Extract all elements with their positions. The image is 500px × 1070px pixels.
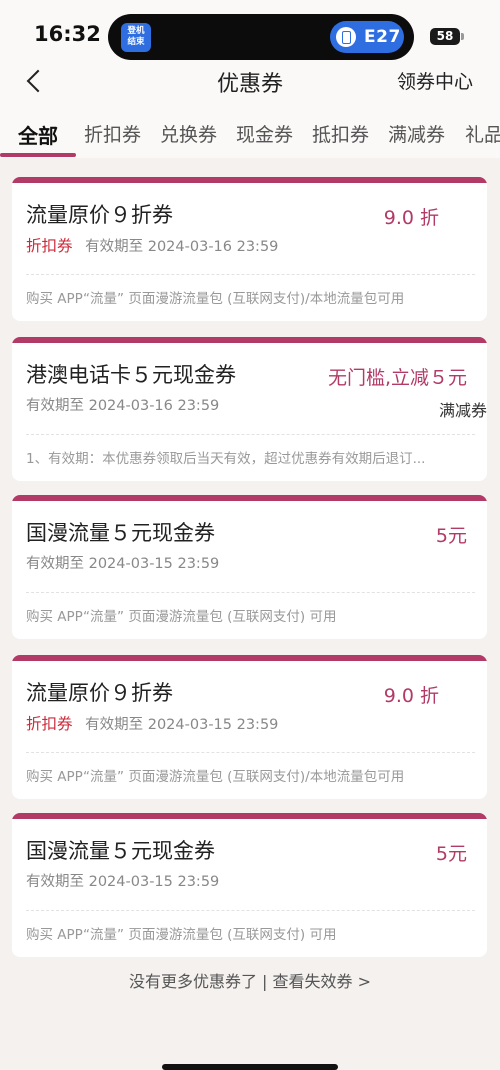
coupon-description: 购买 APP“流量” 页面漫游流量包 (互联网支付) 可用	[26, 927, 337, 943]
tab-deduction[interactable]: 抵扣券	[312, 120, 369, 147]
card-accent-bar	[12, 337, 487, 343]
coupon-card[interactable]: 国漫流量５元现金券 5元 有效期至 2024-03-15 23:59 购买 AP…	[12, 495, 487, 639]
coupon-name: 流量原价９折券	[26, 203, 173, 227]
coupon-card[interactable]: 流量原价９折券 9.0 折 折扣券 有效期至 2024-03-15 23:59 …	[12, 655, 487, 799]
coupon-meta: 有效期至 2024-03-15 23:59	[26, 870, 219, 891]
tab-full-reduction[interactable]: 满减券	[388, 120, 445, 147]
coupon-name: 国漫流量５元现金券	[26, 839, 215, 863]
coupon-meta: 有效期至 2024-03-15 23:59	[26, 552, 219, 573]
coupon-validity: 有效期至 2024-03-16 23:59	[26, 398, 220, 414]
boarding-badge: 登机 结束	[121, 23, 151, 52]
coupon-amount: 9.0 折	[383, 207, 439, 229]
coupon-amount: 9.0 折	[383, 685, 439, 707]
coupon-description: 1、有效期：本优惠券领取后当天有效，超过优惠券有效期后退订...	[26, 451, 426, 467]
tab-gift[interactable]: 礼品	[465, 120, 500, 147]
coupon-name: 流量原价９折券	[26, 681, 173, 705]
coupon-card[interactable]: 国漫流量５元现金券 5元 有效期至 2024-03-15 23:59 购买 AP…	[12, 813, 487, 957]
card-divider	[26, 910, 475, 911]
coupon-description: 购买 APP“流量” 页面漫游流量包 (互联网支付) 可用	[26, 609, 337, 625]
tab-all[interactable]: 全部	[18, 120, 58, 149]
door-icon	[336, 27, 356, 47]
coupon-validity: 有效期至 2024-03-15 23:59	[26, 874, 220, 890]
tab-cash[interactable]: 现金券	[236, 120, 293, 147]
status-bar: 16:32 登机 结束 E27 58	[0, 0, 500, 62]
coupon-name: 港澳电话卡５元现金券	[26, 363, 236, 387]
card-accent-bar	[12, 495, 487, 501]
nav-header: 优惠券 领券中心	[0, 62, 500, 102]
tab-discount[interactable]: 折扣券	[84, 120, 141, 147]
card-divider	[26, 752, 475, 753]
boarding-badge-text: 登机 结束	[127, 26, 145, 47]
coupon-amount: 5元	[435, 843, 467, 865]
coupon-meta: 有效期至 2024-03-16 23:59	[26, 394, 219, 415]
card-accent-bar	[12, 813, 487, 819]
coupon-name: 国漫流量５元现金券	[26, 521, 215, 545]
active-tab-indicator	[0, 153, 76, 157]
coupon-type-tag: 折扣券	[26, 237, 73, 255]
coupon-validity: 有效期至 2024-03-16 23:59	[85, 239, 279, 255]
coupon-amount: 无门槛,立减５元	[327, 367, 467, 389]
tab-exchange[interactable]: 兑换券	[160, 120, 217, 147]
dynamic-island[interactable]: 登机 结束 E27	[108, 14, 414, 60]
coupon-card[interactable]: 港澳电话卡５元现金券 无门槛,立减５元 有效期至 2024-03-16 23:5…	[12, 337, 487, 481]
status-time: 16:32	[34, 22, 101, 46]
coupon-meta: 折扣券 有效期至 2024-03-15 23:59	[26, 712, 278, 734]
coupon-type-tag: 折扣券	[26, 715, 73, 733]
coupon-validity: 有效期至 2024-03-15 23:59	[26, 556, 220, 572]
coupon-description: 购买 APP“流量” 页面漫游流量包 (互联网支付)/本地流量包可用	[26, 291, 405, 307]
coupon-type-label: 满减券	[438, 401, 487, 420]
home-indicator[interactable]	[162, 1064, 338, 1070]
card-accent-bar	[12, 177, 487, 183]
gate-label: E27	[364, 27, 401, 47]
battery-level: 58	[436, 29, 454, 43]
coupon-card[interactable]: 流量原价９折券 9.0 折 折扣券 有效期至 2024-03-16 23:59 …	[12, 177, 487, 321]
coupon-center-link[interactable]: 领券中心	[397, 67, 473, 94]
coupon-amount: 5元	[435, 525, 467, 547]
view-expired-coupons-link[interactable]: 没有更多优惠券了 | 查看失效券 >	[0, 968, 500, 992]
gate-pill: E27	[330, 21, 404, 53]
coupon-validity: 有效期至 2024-03-15 23:59	[85, 717, 279, 733]
coupon-tabs: 全部 折扣券 兑换券 现金券 抵扣券 满减券 礼品	[0, 102, 500, 158]
coupon-meta: 折扣券 有效期至 2024-03-16 23:59	[26, 234, 278, 256]
coupon-description: 购买 APP“流量” 页面漫游流量包 (互联网支付)/本地流量包可用	[26, 769, 405, 785]
battery-icon: 58	[430, 28, 464, 45]
card-divider	[26, 434, 475, 435]
card-divider	[26, 592, 475, 593]
card-accent-bar	[12, 655, 487, 661]
card-divider	[26, 274, 475, 275]
